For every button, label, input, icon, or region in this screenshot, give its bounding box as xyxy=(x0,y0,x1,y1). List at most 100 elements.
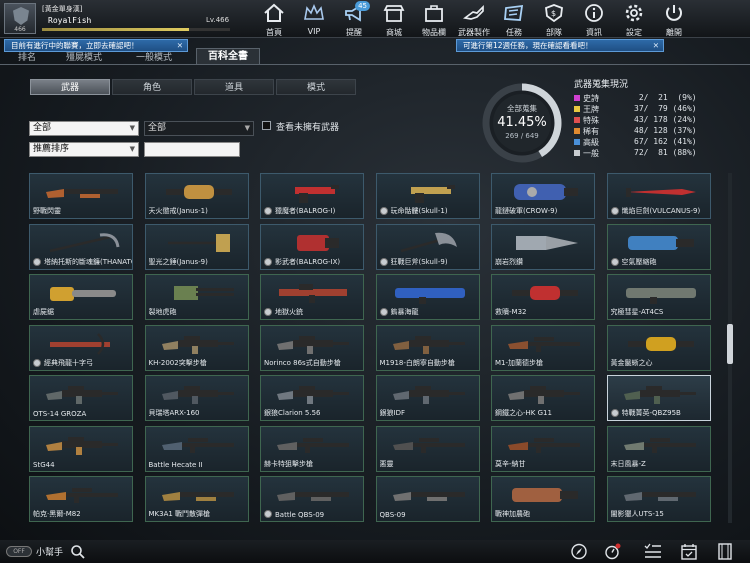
weapon-card[interactable]: 聖光之錘(Janus-9) xyxy=(144,223,249,270)
weapon-card[interactable]: 空氣壓縮砲 xyxy=(606,223,711,270)
subtab-items[interactable]: 道具 xyxy=(194,79,274,95)
unowned-checkbox[interactable] xyxy=(262,121,271,130)
nav-home[interactable]: 首頁 xyxy=(254,0,294,38)
weapon-card[interactable]: KH-2002突擊步槍 xyxy=(144,324,249,371)
avatar[interactable]: 466 xyxy=(4,3,36,34)
weapon-sniper-icon xyxy=(508,336,580,352)
weapon-card[interactable]: 塔納托斯的斷魂鐮(THANATOS-9) xyxy=(29,223,133,270)
search-input[interactable] xyxy=(144,142,240,157)
weapon-name: 聖光之錘(Janus-9) xyxy=(148,257,208,266)
film-icon[interactable] xyxy=(716,543,734,560)
weapon-name: 野戰閃靈 xyxy=(33,207,61,215)
tab-ranking[interactable]: 排名 xyxy=(18,50,36,63)
sort-select[interactable]: 推薦排序 ▼ xyxy=(29,142,139,157)
weapon-card[interactable]: Battle QBS-09 xyxy=(260,476,364,522)
calendar-icon[interactable] xyxy=(680,543,698,560)
stopwatch-icon[interactable] xyxy=(604,543,622,560)
weapon-card[interactable]: 帕克·黑爾-M82 xyxy=(29,476,133,522)
weapon-card[interactable]: 鎢暴海龍 xyxy=(375,274,480,320)
tab-normal-mode[interactable]: 一般模式 xyxy=(136,50,172,63)
subtab-characters[interactable]: 角色 xyxy=(112,79,192,95)
power-icon xyxy=(666,5,682,21)
tab-zombie-mode[interactable]: 殭屍模式 xyxy=(66,50,102,63)
weapon-card[interactable]: 莫辛-納甘 xyxy=(491,425,595,472)
weapon-card[interactable]: M1-加蘭德步槍 xyxy=(491,324,595,371)
weapon-card[interactable]: 闇影獵人UTS-15 xyxy=(606,476,711,522)
subtab-modes[interactable]: 模式 xyxy=(276,79,356,95)
weapon-card[interactable]: MK3A1 戰鬥散彈槍 xyxy=(144,476,249,522)
event-weapon-icon xyxy=(264,257,272,266)
nav-power[interactable]: 離開 xyxy=(654,0,694,38)
weapon-card[interactable]: 赫卡特狙擊步槍 xyxy=(260,425,364,472)
search-icon[interactable] xyxy=(70,544,86,559)
weapon-card[interactable]: Battle Hecate II xyxy=(144,425,249,472)
nav-mission[interactable]: 任務 xyxy=(494,0,534,38)
weapon-card[interactable]: 貝瑞塔ARX-160 xyxy=(144,375,249,421)
weapon-card[interactable]: 悪靈 xyxy=(375,425,480,472)
weapon-card[interactable]: 地獄火銃 xyxy=(260,274,364,320)
weapon-card[interactable]: 經典飛龍十字弓 xyxy=(29,324,133,371)
weapon-name: 塔納托斯的斷魂鐮(THANATOS-9) xyxy=(44,257,132,266)
nav-crafting[interactable]: 武器製作 xyxy=(454,0,494,38)
helper-widget: OFF 小幫手 xyxy=(6,544,86,559)
weapon-card[interactable]: 獵魔者(BALROG-I) xyxy=(260,173,364,219)
weapon-card[interactable]: 銀狼IDF xyxy=(375,375,480,421)
subcategory-select[interactable]: 全部 ▼ xyxy=(144,121,254,136)
weapon-card[interactable]: 鋼鐵之心-HK G11 xyxy=(491,375,595,421)
weapon-card[interactable]: 野戰閃靈 xyxy=(29,173,133,219)
nav-crown[interactable]: VIP xyxy=(294,0,334,38)
player-profile[interactable]: 466 [黃金單身漢] RoyalFish Lv.466 xyxy=(4,3,230,34)
weapon-card[interactable]: 龍鏈破軍(CROW-9) xyxy=(491,173,595,219)
weapon-card[interactable]: 狂戰巨斧(Skull-9) xyxy=(375,223,480,270)
scrollbar-thumb[interactable] xyxy=(727,324,733,364)
weapon-card[interactable]: 影武者(BALROG-IX) xyxy=(260,223,364,270)
weapon-card[interactable]: StG44 xyxy=(29,425,133,472)
weapon-shotgun-icon xyxy=(46,189,118,198)
weapon-card[interactable]: 特戰菁英-QBZ95B xyxy=(606,375,711,421)
weapon-name: Battle Hecate II xyxy=(148,460,203,469)
weapon-card[interactable]: 戰神加農砲 xyxy=(491,476,595,522)
weapon-card[interactable]: 天火懲戒(Janus-1) xyxy=(144,173,249,219)
weapon-card[interactable]: Norinco 86s式自動步槍 xyxy=(260,324,364,371)
nav-clan[interactable]: $ 部隊 xyxy=(534,0,574,38)
grade-value: 37/ 79 (46%) xyxy=(634,104,697,113)
compass-icon[interactable] xyxy=(570,543,588,560)
weapon-card[interactable]: 裂地虎砲 xyxy=(144,274,249,320)
nav-shop[interactable]: 商城 xyxy=(374,0,414,38)
weapon-hammer-icon xyxy=(167,233,230,252)
weapon-card[interactable]: 虐屍鋸 xyxy=(29,274,133,320)
weapon-name: 空氣壓縮砲 xyxy=(621,257,657,266)
weapon-card[interactable]: M1918-白朗寧自動步槍 xyxy=(375,324,480,371)
weapon-card[interactable]: 救贖-M32 xyxy=(491,274,595,320)
subtab-weapons[interactable]: 武器 xyxy=(30,79,110,95)
crown-icon xyxy=(304,3,324,20)
weapon-card[interactable]: 末日風暴-Z xyxy=(606,425,711,472)
grade-row: 史詩 2/ 21 (9%) xyxy=(574,93,724,104)
weapon-card[interactable]: OTS-14 GROZA xyxy=(29,375,133,421)
weapon-card[interactable]: 黃金鬣蜥之心 xyxy=(606,324,711,371)
weapon-card[interactable]: 熾焰巨劍(VULCANUS-9) xyxy=(606,173,711,219)
nav-info[interactable]: 資訊 xyxy=(574,0,614,38)
player-name: RoyalFish xyxy=(48,16,92,25)
weapon-name: OTS-14 GROZA xyxy=(33,410,87,418)
category-select[interactable]: 全部 ▼ xyxy=(29,121,139,136)
nav-inventory[interactable]: 物品欄 xyxy=(414,0,454,38)
nav-label: 物品欄 xyxy=(422,28,446,37)
nav-label: 設定 xyxy=(626,28,642,37)
helper-toggle[interactable]: OFF xyxy=(6,546,32,557)
weapon-name: 銀狼IDF xyxy=(379,409,405,417)
checklist-icon[interactable] xyxy=(644,543,662,560)
weapon-card[interactable]: QBS-09 xyxy=(375,476,480,522)
tab-encyclopedia[interactable]: 百科全書 xyxy=(196,48,260,65)
nav-gear[interactable]: 設定 xyxy=(614,0,654,38)
weapon-card[interactable]: 銀狼Clarion 5.56 xyxy=(260,375,364,421)
weapon-card[interactable]: 崩岩烈鑽 xyxy=(491,223,595,270)
grade-name: 一般 xyxy=(583,149,599,158)
weapon-crossbow-icon xyxy=(50,332,110,355)
unowned-checkbox-label: 查看未擁有武器 xyxy=(276,123,340,133)
weapon-card[interactable]: 玩命骷髏(Skull-1) xyxy=(375,173,480,219)
category-select-value: 全部 xyxy=(33,123,52,133)
collection-title: 全部蒐集 xyxy=(507,104,537,113)
nav-megaphone[interactable]: 提醒 45 xyxy=(334,0,374,38)
weapon-card[interactable]: 究極彗星-AT4CS xyxy=(606,274,711,320)
